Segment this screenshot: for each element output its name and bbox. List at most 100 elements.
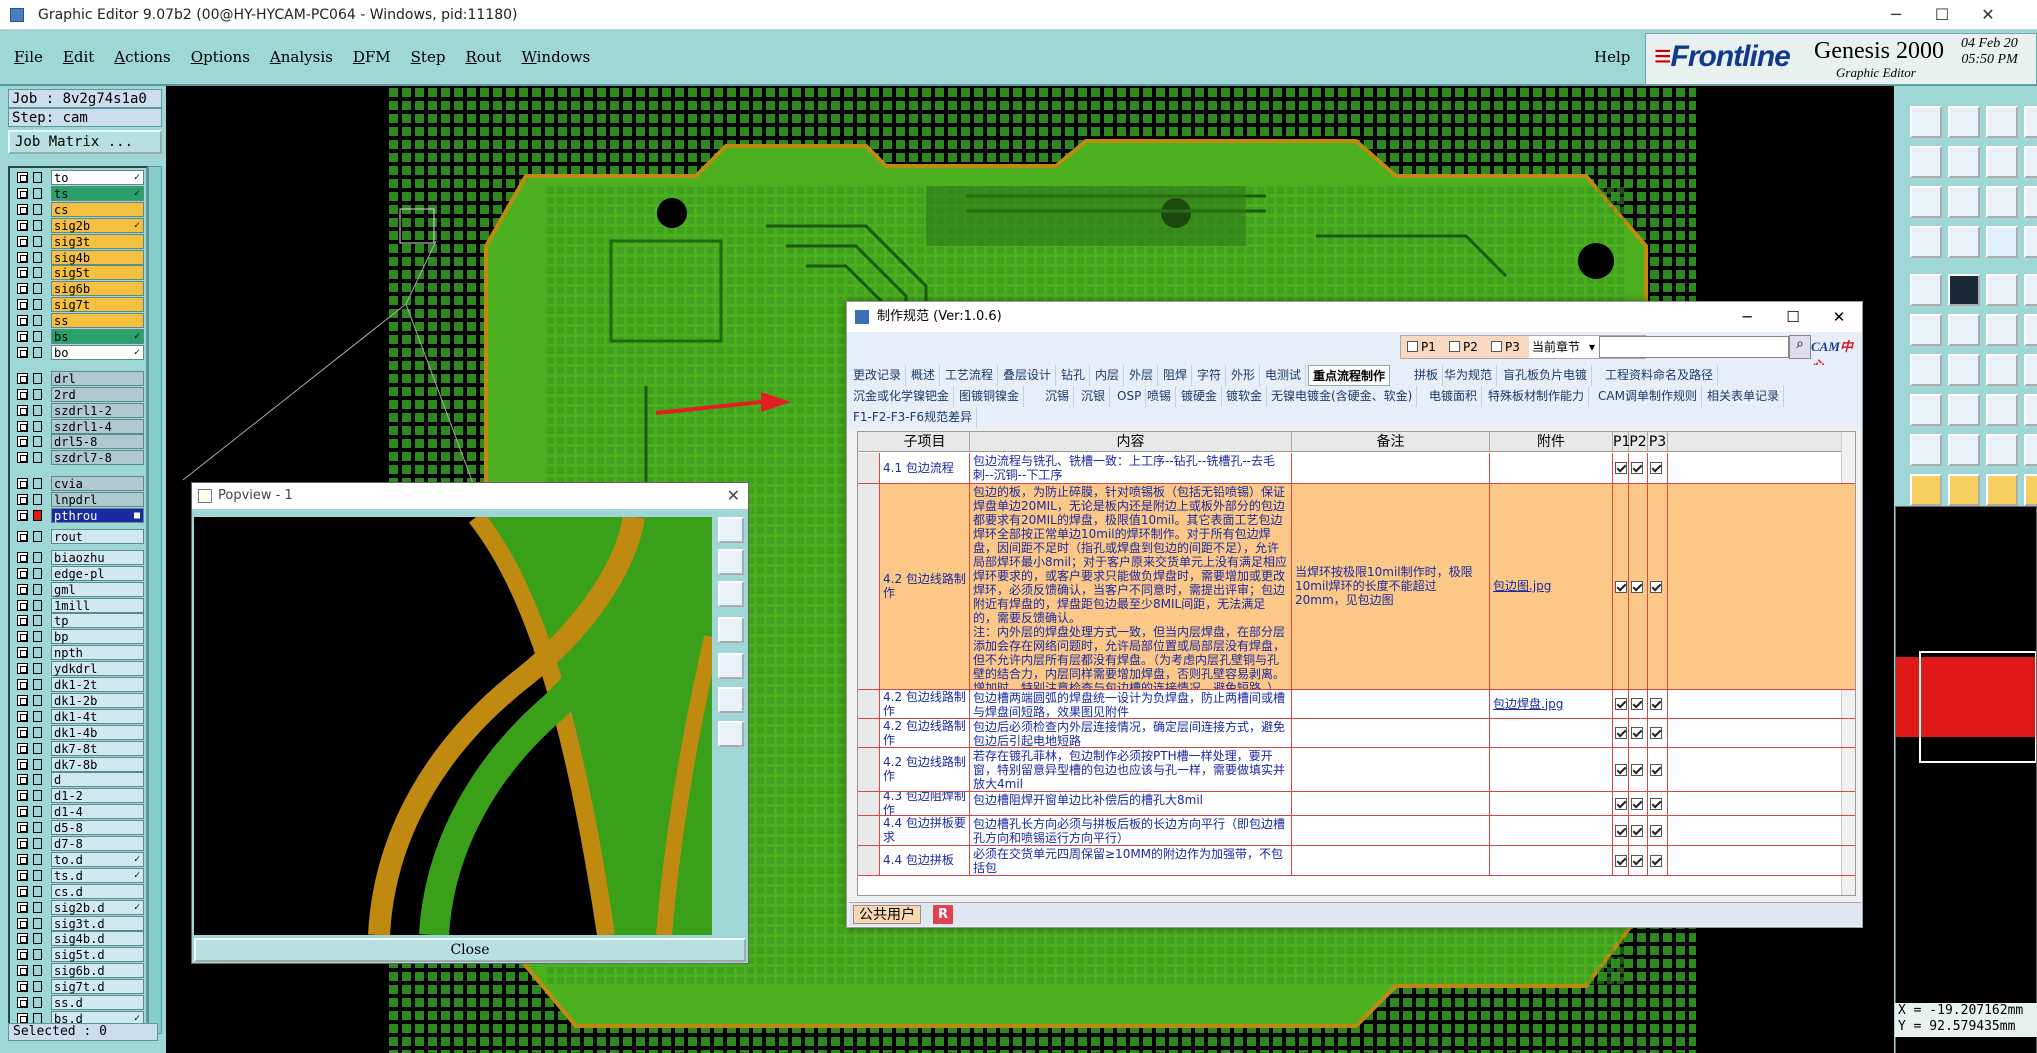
layer-row[interactable]: bs ✓ [14, 329, 144, 344]
layer-name[interactable]: sig6b.d [51, 963, 144, 979]
toolbar-tool-icon[interactable] [1910, 354, 1942, 386]
row-attachment[interactable] [1490, 719, 1613, 747]
row-p3-checkbox[interactable] [1650, 727, 1662, 739]
column-header-6[interactable]: P3 [1648, 432, 1668, 452]
tab-tabs_row1-5[interactable]: 内层 [1091, 365, 1125, 386]
toolbar-tool-icon[interactable] [2024, 434, 2037, 466]
layer-row[interactable]: dk1-4t [14, 708, 144, 724]
toolbar-tool-icon[interactable] [2024, 186, 2037, 218]
layer-row[interactable]: to ✓ [14, 170, 144, 185]
layer-name[interactable]: ss.d [51, 995, 144, 1010]
layer-name[interactable]: tp [51, 613, 144, 629]
toolbar-tool-icon[interactable] [1948, 274, 1980, 306]
layer-row[interactable]: sig7t [14, 297, 144, 313]
table-row[interactable]: 4.1 包边流程 包边流程与铣孔、铣槽一致：上工序--钻孔--铣槽孔--去毛刺--… [858, 453, 1855, 484]
layer-name[interactable]: d7-8 [51, 836, 144, 851]
layer-name[interactable]: pthrou ■ [51, 508, 144, 523]
p2-filter-checkbox[interactable] [1449, 341, 1460, 352]
toolbar-tool-icon[interactable] [1910, 474, 1942, 506]
menu-windows[interactable]: Windows [521, 48, 590, 66]
toolbar-tool-icon[interactable] [1910, 106, 1942, 138]
layer-checkbox[interactable] [17, 203, 28, 215]
layer-checkbox[interactable] [17, 790, 28, 802]
layer-checkbox[interactable] [17, 901, 28, 913]
row-p1-checkbox[interactable] [1615, 727, 1627, 739]
layer-checkbox[interactable] [17, 478, 28, 490]
layer-checkbox[interactable] [17, 933, 28, 945]
row-p3-checkbox[interactable] [1650, 462, 1662, 474]
tab-tabs_row3-0[interactable]: F1-F2-F3-F6规范差异 [849, 407, 978, 428]
layer-checkbox[interactable] [17, 267, 28, 279]
toolbar-tool-icon[interactable] [1910, 314, 1942, 346]
layer-name[interactable]: sig3t [51, 233, 144, 249]
menu-rout[interactable]: Rout [465, 48, 501, 66]
row-p2-checkbox[interactable] [1631, 580, 1643, 593]
layer-name[interactable]: sig3t.d [51, 915, 144, 931]
column-header-4[interactable]: P1 [1613, 432, 1630, 452]
row-p3-checkbox[interactable] [1650, 580, 1662, 593]
layer-name[interactable]: 1mill [51, 597, 144, 613]
layer-checkbox[interactable] [17, 853, 28, 865]
layer-checkbox[interactable] [17, 235, 28, 247]
p3-filter-checkbox[interactable] [1491, 341, 1502, 352]
row-gutter[interactable] [858, 792, 880, 815]
layer-row[interactable]: ss.d [14, 995, 144, 1010]
row-p3-checkbox[interactable] [1650, 854, 1662, 867]
layer-row[interactable]: to.d ✓ [14, 851, 144, 867]
layer-row[interactable]: edge-pl [14, 565, 144, 581]
layer-name[interactable]: dk7-8b [51, 756, 144, 772]
close-button[interactable]: ✕ [1965, 2, 2011, 28]
table-row[interactable]: 4.3 包边阻焊制作 包边槽阻焊开窗单边比补偿后的槽孔大8mil [858, 792, 1855, 816]
row-gutter[interactable] [858, 719, 880, 747]
popview-close-icon[interactable]: ✕ [727, 483, 740, 509]
row-p3-checkbox[interactable] [1650, 797, 1662, 810]
tab-tabs_row1-1[interactable]: 概述 [907, 365, 941, 386]
row-p1-checkbox[interactable] [1615, 462, 1627, 474]
popview-tool-icon[interactable] [718, 653, 744, 679]
p1-filter-checkbox[interactable] [1407, 341, 1418, 352]
layer-name[interactable]: to.d ✓ [51, 851, 144, 867]
dialog-close-button[interactable]: ✕ [1816, 302, 1862, 332]
table-row[interactable]: 4.2 包边线路制作 若存在镀孔菲林，包边制作必须按PTH槽一样处理，要开窗，特别… [858, 748, 1855, 792]
popview-tool-icon[interactable] [718, 721, 744, 747]
menu-step[interactable]: Step [411, 48, 446, 66]
layer-checkbox[interactable] [17, 315, 28, 327]
tab-tabs_row1-10[interactable]: 电测试 [1261, 365, 1307, 386]
layer-checkbox[interactable] [17, 710, 28, 722]
table-row[interactable]: 4.2 包边线路制作 包边后必须检查内外层连接情况，确定层间连接方式，避免包边后引… [858, 719, 1855, 748]
table-row[interactable]: 4.2 包边线路制作 包边的板，为防止碎膜，针对喷锡板（包括无铅喷锡）保证焊盘单边… [858, 484, 1855, 690]
layer-name[interactable]: drl5-8 [51, 434, 144, 450]
column-header-2[interactable]: 备注 [1292, 432, 1490, 452]
toolbar-tool-icon[interactable] [1948, 354, 1980, 386]
layer-name[interactable]: dk1-2b [51, 692, 144, 708]
layer-checkbox[interactable] [17, 494, 28, 506]
menu-help[interactable]: Help [1594, 48, 1630, 66]
layer-row[interactable]: tp [14, 613, 144, 629]
layer-name[interactable]: sig5t.d [51, 947, 144, 963]
layer-row[interactable]: ydkdrl [14, 661, 144, 677]
layer-checkbox[interactable] [17, 631, 28, 643]
layer-name[interactable]: npth [51, 645, 144, 661]
layer-checkbox[interactable] [17, 567, 28, 579]
dialog-minimize-button[interactable]: ─ [1724, 302, 1770, 332]
row-p2-checkbox[interactable] [1631, 824, 1643, 837]
tab-tabs_row2-5[interactable]: 喷锡 [1143, 386, 1177, 407]
layer-name[interactable]: cs [51, 201, 144, 217]
layer-checkbox[interactable] [17, 615, 28, 627]
toolbar-tool-icon[interactable] [1986, 434, 2018, 466]
tab-tabs_row1-13[interactable]: 华为规范 [1440, 365, 1498, 386]
layer-name[interactable]: rout [51, 528, 144, 544]
menu-file[interactable]: File [14, 48, 43, 66]
layer-checkbox[interactable] [17, 885, 28, 897]
menu-edit[interactable]: Edit [63, 48, 94, 66]
tab-tabs_row2-11[interactable]: CAM调单制作规则 [1594, 386, 1702, 407]
row-p1-checkbox[interactable] [1615, 763, 1627, 776]
row-attachment[interactable] [1490, 816, 1613, 845]
table-row[interactable]: 4.4 包边拼板 必须在交货单元四周保留≥10MM的附边作为加强带，不包括包 [858, 846, 1855, 876]
toolbar-tool-icon[interactable] [1948, 434, 1980, 466]
layer-row[interactable]: d [14, 772, 144, 788]
layer-checkbox[interactable] [17, 917, 28, 929]
layer-checkbox[interactable] [17, 806, 28, 818]
tab-tabs_row1-2[interactable]: 工艺流程 [941, 365, 999, 386]
search-input[interactable] [1599, 336, 1789, 358]
